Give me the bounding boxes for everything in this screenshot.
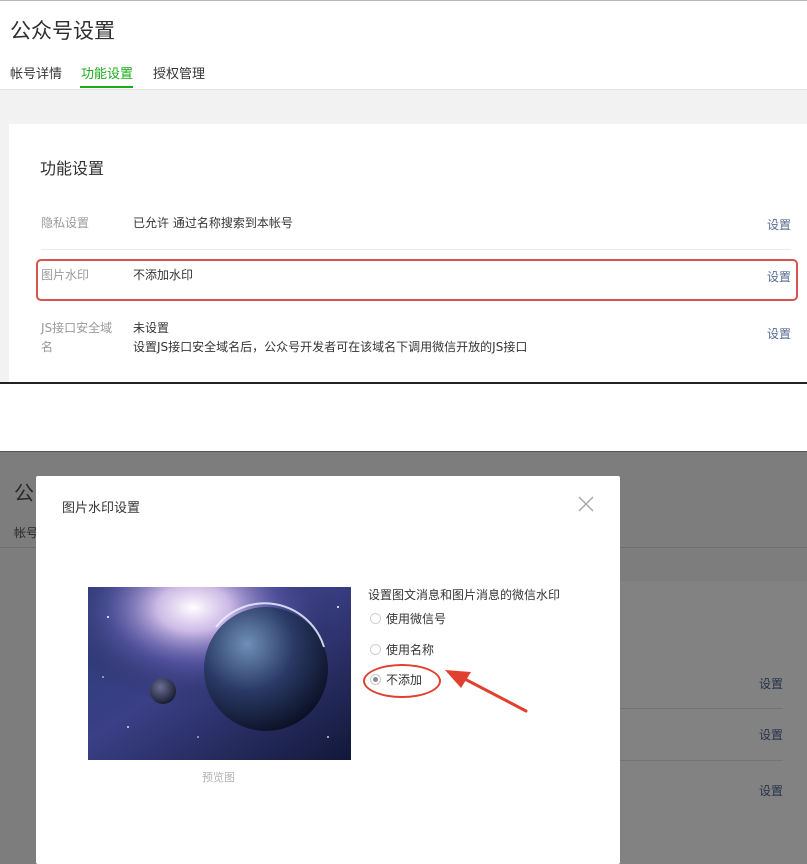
highlight-annotation-box bbox=[36, 259, 798, 301]
annotation-circle bbox=[363, 664, 441, 698]
panel-bottom-border bbox=[0, 382, 807, 384]
close-icon[interactable] bbox=[575, 493, 597, 515]
js-domain-description: 设置JS接口安全域名后，公众号开发者可在该域名下调用微信开放的JS接口 bbox=[133, 340, 528, 354]
panel-top-border bbox=[0, 451, 807, 452]
annotation-arrow-icon bbox=[445, 670, 528, 713]
privacy-setting-button[interactable]: 设置 bbox=[767, 216, 791, 233]
js-domain-label-line1: JS接口安全域 bbox=[41, 321, 113, 335]
background-card bbox=[620, 581, 807, 864]
watermark-dialog-panel: 公 帐号 设置 设置 设置 图片水印设置 预览图 设置图文消息和图片消息的微信水… bbox=[0, 451, 807, 864]
settings-panel: 公众号设置 帐号详情 功能设置 授权管理 功能设置 隐私设置 已允许 通过名称搜… bbox=[0, 0, 807, 384]
radio-button[interactable] bbox=[370, 613, 381, 624]
watermark-preview-image bbox=[88, 587, 351, 760]
watermark-settings-dialog: 图片水印设置 预览图 设置图文消息和图片消息的微信水印 使用微信号 使用名称 不… bbox=[36, 476, 620, 864]
background-page-title: 公 bbox=[14, 481, 34, 505]
option-label: 使用名称 bbox=[386, 643, 435, 657]
tab-feature-settings[interactable]: 功能设置 bbox=[81, 63, 133, 82]
header-divider bbox=[0, 89, 807, 90]
privacy-setting-value: 已允许 通过名称搜索到本帐号 bbox=[133, 216, 293, 230]
row-divider bbox=[41, 249, 791, 250]
page-header: 公众号设置 帐号详情 功能设置 授权管理 bbox=[0, 1, 807, 89]
background-setting-link: 设置 bbox=[759, 728, 784, 742]
js-domain-setting-button[interactable]: 设置 bbox=[767, 325, 791, 342]
tab-account-details[interactable]: 帐号详情 bbox=[10, 63, 62, 82]
background-setting-link: 设置 bbox=[759, 677, 784, 691]
section-title: 功能设置 bbox=[40, 159, 105, 178]
tab-authorization-management[interactable]: 授权管理 bbox=[153, 63, 205, 82]
js-domain-label-line2: 名 bbox=[41, 340, 54, 354]
option-label: 使用微信号 bbox=[386, 612, 447, 626]
background-row-divider bbox=[620, 760, 783, 761]
watermark-options-heading: 设置图文消息和图片消息的微信水印 bbox=[368, 588, 561, 602]
radio-button[interactable] bbox=[370, 644, 381, 655]
privacy-setting-label: 隐私设置 bbox=[41, 216, 90, 230]
preview-caption: 预览图 bbox=[202, 771, 235, 784]
background-setting-link: 设置 bbox=[759, 784, 784, 798]
active-tab-indicator bbox=[80, 86, 133, 88]
js-domain-value: 未设置 bbox=[133, 321, 170, 335]
page-title: 公众号设置 bbox=[10, 19, 115, 43]
background-tab: 帐号 bbox=[14, 526, 39, 540]
dialog-title: 图片水印设置 bbox=[62, 501, 141, 516]
background-row-divider bbox=[620, 708, 783, 709]
